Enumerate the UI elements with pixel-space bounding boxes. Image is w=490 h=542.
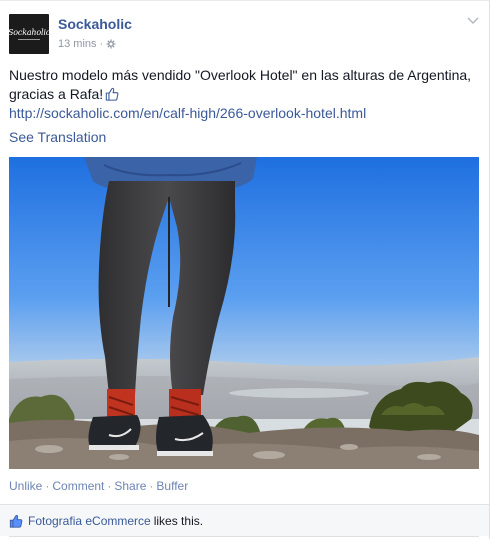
action-separator: · xyxy=(107,479,112,493)
buffer-link[interactable]: Buffer xyxy=(156,479,188,493)
thumbs-up-icon xyxy=(9,514,23,528)
post-header: Sockaholic Sockaholic 13 mins · xyxy=(8,14,479,56)
thumbs-up-icon xyxy=(105,87,119,101)
post-actions: Unlike · Comment · Share · Buffer xyxy=(9,479,188,493)
post-link[interactable]: http://sockaholic.com/en/calf-high/266-o… xyxy=(9,104,366,123)
post-message: Nuestro modelo más vendido "Overlook Hot… xyxy=(9,66,479,104)
likes-row: Fotografia eCommerce likes this. xyxy=(9,514,203,528)
avatar-logo-text: Sockaholic xyxy=(8,28,50,37)
see-translation-link[interactable]: See Translation xyxy=(9,129,106,145)
meta-separator: · xyxy=(99,38,104,50)
timestamp-link[interactable]: 13 mins xyxy=(58,38,97,50)
liker-link[interactable]: Fotografia eCommerce xyxy=(28,514,151,528)
comment-box-edge[interactable] xyxy=(9,536,479,542)
action-separator: · xyxy=(45,479,50,493)
post-message-text: Nuestro modelo más vendido "Overlook Hot… xyxy=(9,67,472,102)
post-card: Sockaholic Sockaholic 13 mins · Nuestro … xyxy=(0,0,490,539)
photo-scene xyxy=(9,157,479,469)
likes-suffix: likes this. xyxy=(153,514,204,528)
share-link[interactable]: Share xyxy=(114,479,146,493)
action-separator: · xyxy=(149,479,154,493)
page-name-link[interactable]: Sockaholic xyxy=(58,16,132,32)
avatar[interactable]: Sockaholic xyxy=(8,14,50,54)
comment-link[interactable]: Comment xyxy=(52,479,104,493)
likes-summary: Fotografia eCommerce likes this. xyxy=(0,504,489,536)
chevron-down-icon[interactable] xyxy=(467,17,479,25)
globe-icon[interactable] xyxy=(106,39,116,49)
unlike-link[interactable]: Unlike xyxy=(9,479,42,493)
avatar-logo-rule xyxy=(18,39,40,40)
post-meta: 13 mins · xyxy=(58,38,116,50)
post-photo[interactable] xyxy=(9,157,479,469)
